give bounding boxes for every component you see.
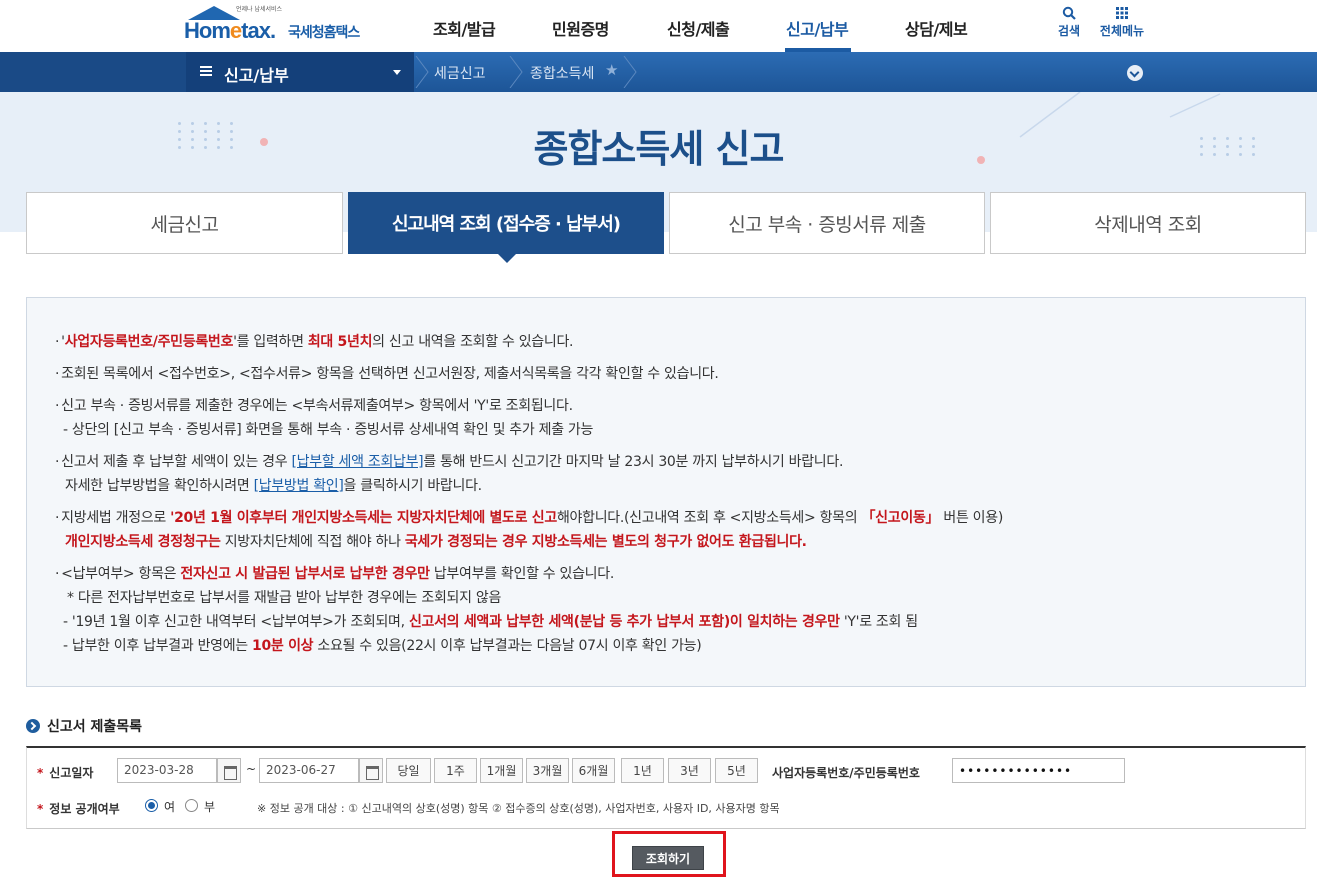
notice-subline: 자세한 납부방법을 확인하시려면 [납부방법 확인]을 클릭하시기 바랍니다.: [65, 478, 482, 494]
expand-chevron-icon[interactable]: [1127, 65, 1143, 81]
nav-application[interactable]: 신청/제출: [667, 16, 730, 40]
period-6month-button[interactable]: 6개월: [572, 758, 615, 783]
period-1month-button[interactable]: 1개월: [480, 758, 523, 783]
filing-date-label: * 신고일자: [37, 766, 94, 780]
logo-wordmark: Hometax.: [184, 18, 276, 43]
notice-line: · 조회된 목록에서 <접수번호>, <접수서류> 항목을 선택하면 신고서원장,…: [55, 366, 719, 382]
grid-icon: [1116, 7, 1128, 19]
active-tab-pointer: [497, 253, 517, 263]
nav-inquiry[interactable]: 조회/발급: [433, 16, 496, 40]
disclosure-no-radio[interactable]: [185, 799, 198, 812]
notice-line: · 신고 부속 · 증빙서류를 제출한 경우에는 <부속서류제출여부> 항목에서 …: [55, 398, 573, 414]
arrow-circle-icon: [26, 719, 40, 733]
sub-navigation-bar: 신고/납부 세금신고 종합소득세 ★: [0, 52, 1317, 92]
tab-tax-filing[interactable]: 세금신고: [26, 192, 343, 254]
period-3month-button[interactable]: 3개월: [526, 758, 569, 783]
notice-subline: * 다른 전자납부번호로 납부서를 재발급 받아 납부한 경우에는 조회되지 않…: [67, 590, 502, 606]
breadcrumb-separator-icon: [623, 56, 637, 88]
all-menu-button[interactable]: 전체메뉴: [1096, 6, 1148, 39]
disclosure-no-label[interactable]: 부: [204, 798, 215, 815]
notice-subline: 개인지방소득세 경정청구는 지방자치단체에 직접 해야 하나 국세가 경정되는 …: [65, 534, 807, 550]
notice-line: · 신고서 제출 후 납부할 세액이 있는 경우 [납부할 세액 조회납부]를 통…: [55, 454, 844, 470]
search-submit-button[interactable]: 조회하기: [632, 846, 704, 870]
tab-supporting-documents[interactable]: 신고 부속 · 증빙서류 제출: [669, 192, 985, 254]
content-tabs: 세금신고 신고내역 조회 (접수증 · 납부서) 신고 부속 · 증빙서류 제출…: [26, 192, 1306, 254]
search-icon: [1062, 6, 1076, 20]
calendar-icon[interactable]: [359, 758, 383, 783]
page-title: 종합소득세 신고: [533, 127, 785, 171]
section-title: 신고서 제출목록: [26, 716, 142, 736]
disclosure-yes-radio[interactable]: [145, 799, 158, 812]
breadcrumb-income-tax[interactable]: 종합소득세: [530, 63, 594, 83]
category-menu-dropdown[interactable]: 신고/납부: [186, 52, 414, 92]
breadcrumb-separator-icon: [415, 56, 429, 88]
period-1week-button[interactable]: 1주: [434, 758, 477, 783]
chevron-down-icon: [393, 70, 401, 75]
disclosure-yes-label[interactable]: 여: [164, 798, 175, 815]
notice-line: · '사업자등록번호/주민등록번호'를 입력하면 최대 5년치의 신고 내역을 조…: [55, 334, 574, 350]
breadcrumb-separator-icon: [509, 56, 523, 88]
breadcrumb-tax-filing[interactable]: 세금신고: [434, 63, 486, 83]
top-bar: 언제나 납세서비스 Hometax. 국세청홈택스 조회/발급 민원증명 신청/…: [0, 0, 1317, 52]
hometax-logo[interactable]: 언제나 납세서비스 Hometax. 국세청홈택스: [184, 4, 369, 48]
end-date-input[interactable]: 2023-06-27: [259, 758, 359, 783]
nav-certificate[interactable]: 민원증명: [552, 16, 609, 40]
id-number-input[interactable]: ••••••••••••••: [952, 758, 1125, 783]
disclosure-label: * 정보 공개여부: [37, 802, 120, 816]
logo-tagline: 언제나 납세서비스: [236, 6, 283, 13]
notice-box: · '사업자등록번호/주민등록번호'를 입력하면 최대 5년치의 신고 내역을 조…: [26, 297, 1306, 687]
period-today-button[interactable]: 당일: [386, 758, 431, 783]
highlight-box: 조회하기: [612, 831, 726, 877]
period-1year-button[interactable]: 1년: [621, 758, 664, 783]
notice-line: · <납부여부> 항목은 전자신고 시 발급된 납부서로 납부한 경우만 납부여부…: [55, 566, 614, 582]
period-3year-button[interactable]: 3년: [668, 758, 711, 783]
payment-method-link[interactable]: [납부방법 확인]: [254, 478, 344, 494]
date-range-tilde: ~: [246, 762, 257, 776]
nav-consult[interactable]: 상담/제보: [905, 16, 968, 40]
logo-korean: 국세청홈택스: [288, 25, 360, 41]
notice-subline: - '19년 1월 이후 신고한 내역부터 <납부여부>가 조회되며, 신고서의…: [63, 614, 918, 630]
disclosure-note: ※ 정보 공개 대상 : ① 신고내역의 상호(성명) 항목 ② 접수증의 상호…: [257, 802, 780, 815]
period-5year-button[interactable]: 5년: [715, 758, 758, 783]
tab-filing-history[interactable]: 신고내역 조회 (접수증 · 납부서): [348, 192, 664, 254]
start-date-input[interactable]: 2023-03-28: [117, 758, 217, 783]
hamburger-icon: [200, 66, 212, 76]
tab-deleted-history[interactable]: 삭제내역 조회: [990, 192, 1306, 254]
tax-payment-link[interactable]: [납부할 세액 조회납부]: [292, 454, 424, 470]
nav-filing-payment[interactable]: 신고/납부: [786, 16, 849, 40]
notice-subline: - 상단의 [신고 부속 · 증빙서류] 화면을 통해 부속 · 증빙서류 상세…: [63, 422, 594, 438]
search-form: * 신고일자 2023-03-28 ~ 2023-06-27 당일 1주 1개월 …: [26, 746, 1306, 829]
favorite-star-icon[interactable]: ★: [605, 61, 618, 79]
category-menu-label: 신고/납부: [224, 66, 289, 85]
id-number-label: 사업자등록번호/주민등록번호: [772, 766, 920, 780]
calendar-icon[interactable]: [217, 758, 241, 783]
notice-line: · 지방세법 개정으로 '20년 1월 이후부터 개인지방소득세는 지방자치단체에…: [55, 510, 1004, 526]
notice-subline: - 납부한 이후 납부결과 반영에는 10분 이상 소요될 수 있음(22시 이…: [63, 638, 702, 654]
search-button[interactable]: 검색: [1054, 6, 1084, 39]
